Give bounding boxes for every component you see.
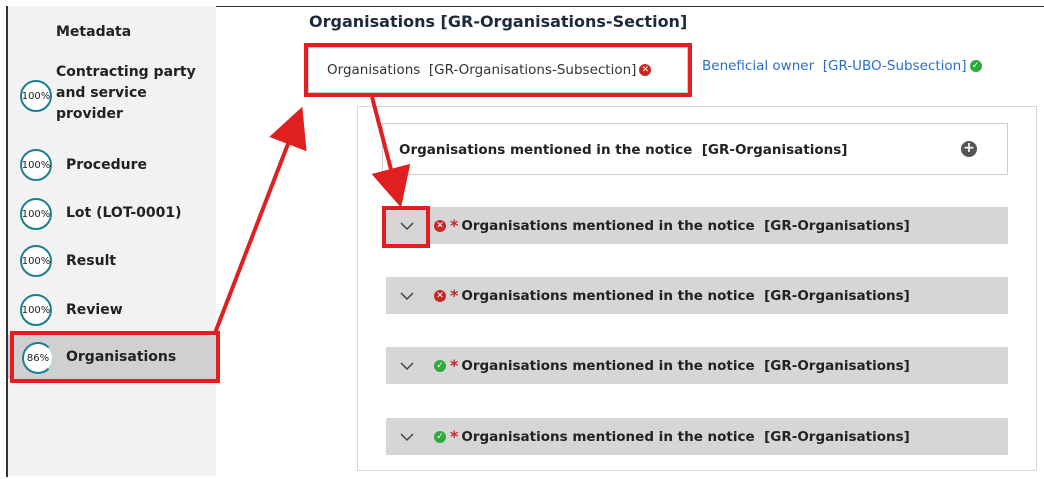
annotation-arrows [213, 96, 411, 334]
